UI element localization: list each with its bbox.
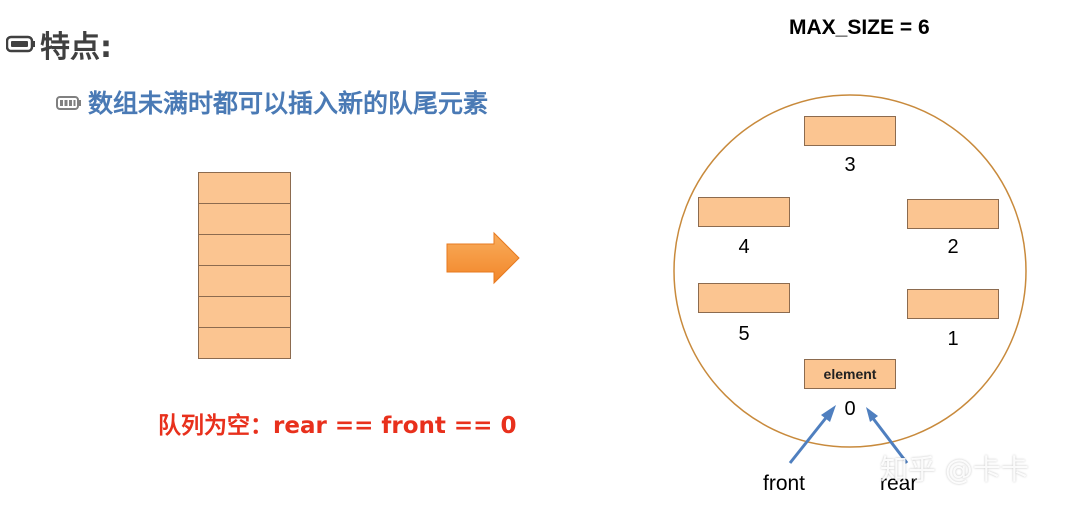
diagram-shapes bbox=[446, 94, 1027, 464]
ring-buffer-circle bbox=[673, 94, 1027, 448]
ring-slot-3 bbox=[804, 116, 896, 146]
ring-slot-2 bbox=[907, 199, 999, 229]
front-label: front bbox=[763, 472, 806, 495]
transform-arrow-icon bbox=[446, 231, 520, 285]
ring-slot-5 bbox=[698, 283, 790, 313]
front-pointer-arrow bbox=[788, 405, 836, 464]
slot-index-4: 4 bbox=[738, 236, 750, 258]
slot-index-0: 0 bbox=[844, 398, 856, 420]
slot-index-1: 1 bbox=[947, 328, 959, 350]
slot-0-element-label: element bbox=[823, 366, 877, 382]
slot-index-2: 2 bbox=[947, 236, 959, 258]
ring-slot-4 bbox=[698, 197, 790, 227]
ring-slot-0: element bbox=[804, 359, 896, 389]
slot-index-5: 5 bbox=[738, 323, 750, 345]
max-size-label: MAX_SIZE = 6 bbox=[789, 16, 930, 39]
ring-slot-1 bbox=[907, 289, 999, 319]
watermark: 知乎 @卡卡 bbox=[880, 453, 1029, 486]
slot-index-3: 3 bbox=[844, 154, 856, 176]
